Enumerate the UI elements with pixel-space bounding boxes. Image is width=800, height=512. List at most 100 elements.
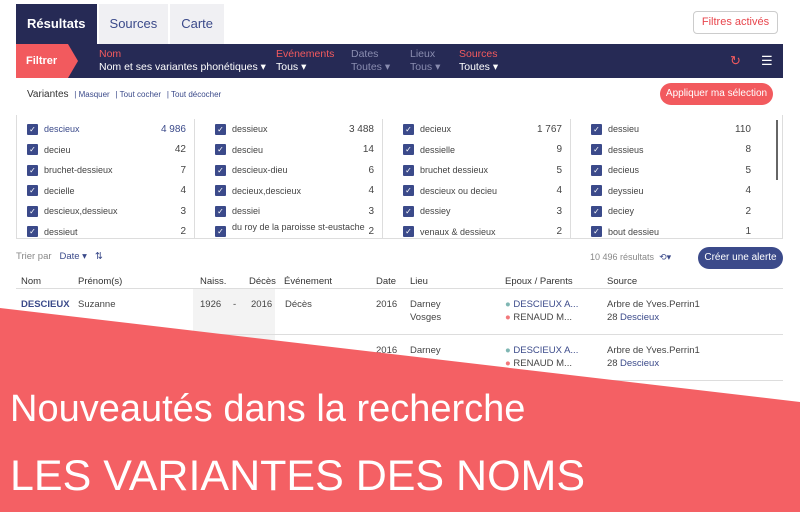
- filter-lieux[interactable]: Lieux Tous ▾: [410, 48, 440, 74]
- variant-item[interactable]: ✓ bruchet-dessieux 7: [17, 160, 194, 181]
- apply-selection-button[interactable]: Appliquer ma sélection: [660, 83, 773, 105]
- variant-item[interactable]: ✓ dessieus 8: [581, 140, 759, 161]
- scrollbar[interactable]: [776, 120, 778, 180]
- filter-dates[interactable]: Dates Toutes ▾: [351, 48, 390, 74]
- variant-item[interactable]: ✓ descieux ou decieu 4: [393, 181, 570, 202]
- variant-item[interactable]: ✓ dessieux 3 488: [205, 119, 382, 140]
- checkbox-checked-icon[interactable]: ✓: [591, 144, 602, 156]
- hide-link[interactable]: | Masquer: [74, 90, 109, 99]
- cell-lieu2: Vosges: [410, 312, 442, 323]
- variant-count: 3: [180, 205, 186, 217]
- checkbox-checked-icon[interactable]: ✓: [403, 123, 414, 135]
- checkbox-checked-icon[interactable]: ✓: [27, 144, 38, 156]
- variant-item[interactable]: ✓ descieux-dieu 6: [205, 160, 382, 181]
- column-header[interactable]: Date: [376, 276, 396, 287]
- checkbox-checked-icon[interactable]: ✓: [403, 226, 414, 238]
- settings-sliders-icon[interactable]: ☰: [761, 53, 773, 69]
- cell-p2[interactable]: ● RENAUD M...: [505, 357, 572, 370]
- variant-name: decielle: [44, 185, 75, 196]
- variant-item[interactable]: ✓ decieux,descieux 4: [205, 181, 382, 202]
- checkbox-checked-icon[interactable]: ✓: [403, 205, 414, 217]
- variant-item[interactable]: ✓ dessieut 2: [17, 222, 194, 239]
- checkbox-checked-icon[interactable]: ✓: [215, 123, 226, 135]
- filters-active-button[interactable]: Filtres activés: [693, 11, 778, 34]
- variant-name: deciey: [608, 206, 635, 217]
- variant-name: dessielle: [420, 144, 456, 155]
- cell-nom[interactable]: DESCIEUX: [21, 298, 70, 311]
- cell-p2[interactable]: ● RENAUD M...: [505, 311, 572, 324]
- variant-name: bruchet-dessieux: [44, 165, 113, 176]
- divider: [16, 288, 783, 289]
- cell-p1[interactable]: ● DESCIEUX A...: [505, 344, 578, 357]
- variant-item[interactable]: ✓ decieus 5: [581, 160, 759, 181]
- tab-resultats[interactable]: Résultats: [16, 4, 97, 44]
- variant-count: 5: [745, 164, 751, 176]
- history-icon[interactable]: ⟲▾: [659, 252, 671, 262]
- variant-count: 2: [368, 226, 374, 238]
- variant-item[interactable]: ✓ dessielle 9: [393, 140, 570, 161]
- checkbox-checked-icon[interactable]: ✓: [591, 185, 602, 197]
- tab-sources[interactable]: Sources: [98, 4, 169, 44]
- column-header[interactable]: Lieu: [410, 276, 428, 287]
- checkbox-checked-icon[interactable]: ✓: [403, 185, 414, 197]
- checkbox-checked-icon[interactable]: ✓: [215, 144, 226, 156]
- variant-item[interactable]: ✓ deyssieu 4: [581, 181, 759, 202]
- checkbox-checked-icon[interactable]: ✓: [215, 205, 226, 217]
- column-header[interactable]: Naiss.: [200, 276, 226, 287]
- variant-item[interactable]: ✓ dessiey 3: [393, 201, 570, 222]
- checkbox-checked-icon[interactable]: ✓: [403, 144, 414, 156]
- tab-carte[interactable]: Carte: [170, 4, 225, 44]
- filter-nom[interactable]: Nom Nom et ses variantes phonétiques ▾: [99, 48, 266, 74]
- variant-item[interactable]: ✓ descieux,dessieux 3: [17, 201, 194, 222]
- cell-src2b[interactable]: Descieux: [620, 311, 659, 324]
- uncheck-all-link[interactable]: | Tout décocher: [167, 90, 221, 99]
- checkbox-checked-icon[interactable]: ✓: [27, 185, 38, 197]
- cell-prenom[interactable]: Suzanne: [78, 298, 116, 311]
- column-header[interactable]: Décès: [249, 276, 276, 287]
- variant-item[interactable]: ✓ bout dessieu 1: [581, 222, 759, 239]
- variant-name: descieux,dessieux: [44, 206, 118, 217]
- check-all-link[interactable]: | Tout cocher: [116, 90, 162, 99]
- variant-item[interactable]: ✓ decieux 1 767: [393, 119, 570, 140]
- checkbox-checked-icon[interactable]: ✓: [27, 226, 38, 238]
- column-header[interactable]: Nom: [21, 276, 41, 287]
- filter-evenements[interactable]: Evénements Tous ▾: [276, 48, 334, 74]
- checkbox-checked-icon[interactable]: ✓: [27, 205, 38, 217]
- variant-item[interactable]: ✓ deciey 2: [581, 201, 759, 222]
- variants-grid: ✓ descieux 4 986 ✓ decieu 42 ✓ bruchet-dessieux…: [16, 115, 783, 239]
- sort-select[interactable]: Date ▾: [59, 251, 86, 262]
- tabs: Résultats Sources Carte: [16, 4, 226, 44]
- variant-item[interactable]: ✓ du roy de la paroisse st-eustache ... 2: [205, 222, 382, 238]
- checkbox-checked-icon[interactable]: ✓: [27, 164, 38, 176]
- checkbox-checked-icon[interactable]: ✓: [403, 164, 414, 176]
- column-header[interactable]: Source: [607, 276, 637, 287]
- variant-item[interactable]: ✓ decieu 42: [17, 140, 194, 161]
- cell-p1[interactable]: ● DESCIEUX A...: [505, 298, 578, 311]
- checkbox-checked-icon[interactable]: ✓: [591, 164, 602, 176]
- checkbox-checked-icon[interactable]: ✓: [591, 226, 602, 238]
- variant-item[interactable]: ✓ dessieu 110: [581, 119, 759, 140]
- variant-name: deyssieu: [608, 185, 644, 196]
- variant-item[interactable]: ✓ dessiei 3: [205, 201, 382, 222]
- column-header[interactable]: Événement: [284, 276, 332, 287]
- checkbox-checked-icon[interactable]: ✓: [591, 205, 602, 217]
- cell-src2b[interactable]: Descieux: [620, 357, 659, 370]
- variant-item[interactable]: ✓ descieux 4 986: [17, 119, 194, 140]
- variant-item[interactable]: ✓ decielle 4: [17, 181, 194, 202]
- checkbox-checked-icon[interactable]: ✓: [27, 123, 38, 135]
- checkbox-checked-icon[interactable]: ✓: [215, 164, 226, 176]
- sort-icon[interactable]: ⇅: [95, 251, 103, 262]
- column-header[interactable]: Prénom(s): [78, 276, 122, 287]
- create-alert-button[interactable]: Créer une alerte: [698, 247, 783, 269]
- checkbox-checked-icon[interactable]: ✓: [215, 185, 226, 197]
- variant-name: dessieus: [608, 144, 644, 155]
- variant-item[interactable]: ✓ descieu 14: [205, 140, 382, 161]
- checkbox-checked-icon[interactable]: ✓: [215, 226, 226, 238]
- filter-sources[interactable]: Sources Toutes ▾: [459, 48, 498, 74]
- column-header[interactable]: Epoux / Parents: [505, 276, 573, 287]
- variant-item[interactable]: ✓ bruchet dessieux 5: [393, 160, 570, 181]
- variant-name: descieux ou decieu: [420, 185, 498, 196]
- refresh-icon[interactable]: ↻: [730, 53, 741, 69]
- checkbox-checked-icon[interactable]: ✓: [591, 123, 602, 135]
- variant-item[interactable]: ✓ venaux & dessieux 2: [393, 222, 570, 239]
